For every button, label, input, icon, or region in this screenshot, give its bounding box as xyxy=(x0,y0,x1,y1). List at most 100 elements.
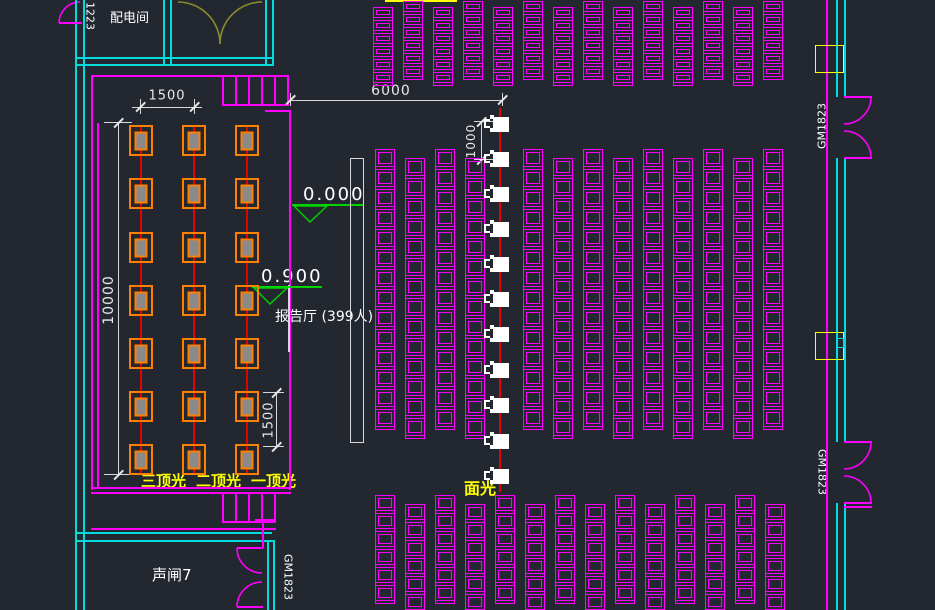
stage-light-fixture xyxy=(235,338,259,369)
seat xyxy=(763,27,783,41)
seat xyxy=(405,558,425,577)
seat xyxy=(465,418,485,439)
seat xyxy=(375,209,395,230)
seat xyxy=(763,289,783,310)
seat xyxy=(555,495,575,514)
seat xyxy=(433,59,453,73)
seat xyxy=(673,33,693,47)
cad-line xyxy=(170,0,172,64)
seat xyxy=(733,318,753,339)
seat xyxy=(495,567,515,586)
seat xyxy=(465,278,485,299)
seat xyxy=(643,189,663,210)
seat-column xyxy=(553,8,573,86)
seat-column xyxy=(465,159,485,439)
face-light-fixture xyxy=(493,292,509,307)
seat xyxy=(463,27,483,41)
cad-line xyxy=(290,100,502,101)
seat xyxy=(703,229,723,250)
seat xyxy=(435,329,455,350)
seat xyxy=(583,249,603,270)
seat xyxy=(403,27,423,41)
seat xyxy=(733,20,753,34)
seat xyxy=(705,522,725,541)
seat xyxy=(553,278,573,299)
cad-line xyxy=(265,110,291,112)
stage-light-fixture xyxy=(182,232,206,263)
seat xyxy=(525,558,545,577)
seat xyxy=(435,169,455,190)
door-swing-arc xyxy=(178,2,220,44)
seat xyxy=(643,40,663,54)
seat xyxy=(735,495,755,514)
seat xyxy=(405,504,425,523)
seat xyxy=(583,209,603,230)
seat-column xyxy=(703,2,723,80)
seat xyxy=(643,309,663,330)
seat xyxy=(525,576,545,595)
seat xyxy=(405,398,425,419)
seat-column xyxy=(493,8,513,86)
seat xyxy=(583,27,603,41)
cad-line xyxy=(261,76,263,106)
seat xyxy=(435,389,455,410)
seat xyxy=(435,567,455,586)
seat xyxy=(613,178,633,199)
seat xyxy=(643,369,663,390)
seat-column xyxy=(673,8,693,86)
seat xyxy=(523,349,543,370)
seat xyxy=(765,540,785,559)
seat xyxy=(403,40,423,54)
seat xyxy=(645,540,665,559)
seat xyxy=(523,269,543,290)
seat xyxy=(645,522,665,541)
cad-line xyxy=(97,123,99,487)
seat xyxy=(435,585,455,604)
seat xyxy=(673,178,693,199)
seat xyxy=(553,198,573,219)
seat-column xyxy=(405,505,425,610)
seat xyxy=(585,594,605,610)
seat-column xyxy=(525,505,545,610)
stage-light-fixture xyxy=(129,178,153,209)
seat xyxy=(673,338,693,359)
stage-light-fixture xyxy=(235,285,259,316)
stage-light-lens xyxy=(135,344,148,363)
seat xyxy=(583,169,603,190)
seat xyxy=(435,189,455,210)
seat xyxy=(613,7,633,21)
seat xyxy=(405,338,425,359)
seat xyxy=(613,298,633,319)
seat xyxy=(435,269,455,290)
seat-column xyxy=(613,159,633,439)
seat xyxy=(435,549,455,568)
seat xyxy=(735,567,755,586)
seat xyxy=(523,66,543,80)
seat xyxy=(435,531,455,550)
face-light-fixture xyxy=(493,363,509,378)
seat xyxy=(673,358,693,379)
seat xyxy=(613,33,633,47)
seat xyxy=(373,20,393,34)
seat xyxy=(763,369,783,390)
stage-light-lens xyxy=(135,397,148,416)
seat xyxy=(705,558,725,577)
seat xyxy=(435,229,455,250)
dim-10000: 10000 xyxy=(102,275,116,325)
stage-light-fixture xyxy=(235,178,259,209)
seat xyxy=(405,594,425,610)
seat xyxy=(643,349,663,370)
seat xyxy=(703,369,723,390)
seat xyxy=(733,358,753,379)
seat xyxy=(373,33,393,47)
cad-line xyxy=(836,158,838,442)
seat xyxy=(523,189,543,210)
seat xyxy=(523,209,543,230)
cad-line xyxy=(222,104,289,106)
seat-column xyxy=(405,159,425,439)
seat xyxy=(675,585,695,604)
seat xyxy=(465,158,485,179)
seat xyxy=(735,531,755,550)
seat xyxy=(553,398,573,419)
cad-canvas[interactable]: 配电间 1223 1500 6000 10000 1500 1000 0.000… xyxy=(0,0,935,610)
